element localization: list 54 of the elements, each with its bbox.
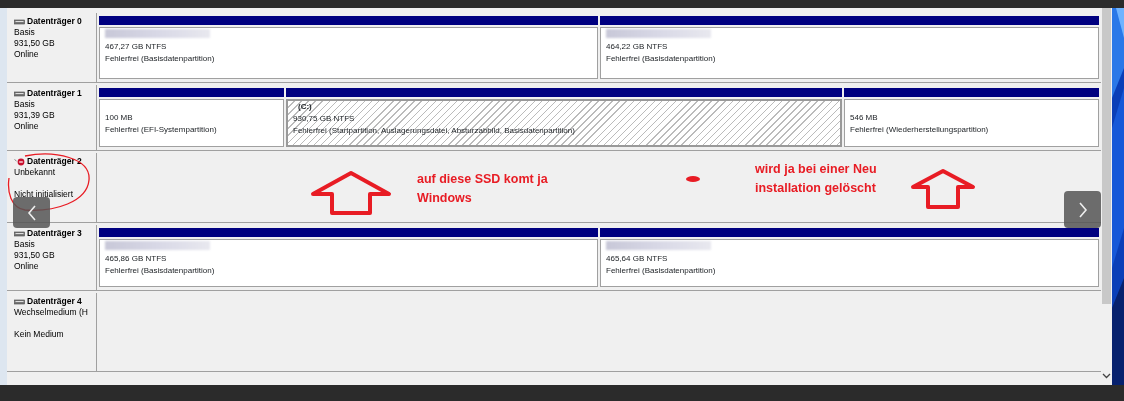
disk-info: 931,50 GB	[14, 38, 56, 49]
error-icon	[14, 157, 25, 166]
partition-size: 465,86 GB NTFS	[105, 253, 168, 265]
partition-status: Fehlerfrei (EFI-Systempartition)	[105, 124, 218, 136]
disk-info: Kein Medium	[14, 329, 65, 340]
arrow-marking	[910, 168, 976, 210]
chevron-right-icon	[1077, 201, 1088, 218]
disk-info: Online	[14, 49, 40, 60]
next-button[interactable]	[1064, 191, 1101, 228]
disk-name: Datenträger 0	[27, 16, 82, 27]
partition-status: Fehlerfrei (Basisdatenpartition)	[105, 265, 216, 277]
disk-info: Online	[14, 261, 40, 272]
partition-status: Fehlerfrei (Basisdatenpartition)	[606, 265, 717, 277]
drive-icon	[14, 89, 25, 98]
partition-status: Fehlerfrei (Wiederherstellungspartition)	[850, 124, 990, 136]
disk-info: 931,50 GB	[14, 250, 56, 261]
disk-info: Basis	[14, 239, 36, 250]
partition-size: 465,64 GB NTFS	[606, 253, 669, 265]
partition[interactable]: (C:) 930,75 GB NTFS Fehlerfrei (Startpartition, Auslagerungsdatei, Absturzabbild, Basisdatenpartition)	[286, 99, 842, 147]
partition-size: 930,75 GB NTFS	[293, 113, 356, 125]
drive-icon	[14, 297, 25, 306]
dot-marking	[686, 176, 700, 182]
scroll-down-icon[interactable]	[1102, 373, 1111, 379]
partition-status: Fehlerfrei (Basisdatenpartition)	[606, 53, 717, 65]
partition[interactable]: 100 MB Fehlerfrei (EFI-Systempartition)	[99, 99, 284, 147]
disk-info: Unbekannt	[14, 167, 57, 178]
disk-info: Wechselmedium (H	[14, 307, 89, 318]
annotation-text: wird ja bei einer Neu installation gelöscht	[755, 161, 878, 197]
partition[interactable]: 546 MB Fehlerfrei (Wiederherstellungspartition)	[844, 99, 1099, 147]
disk-name: Datenträger 4	[27, 296, 82, 307]
volume-label: (C:)	[297, 101, 313, 113]
partition-size: 464,22 GB NTFS	[606, 41, 669, 53]
partition[interactable]: 467,27 GB NTFS Fehlerfrei (Basisdatenpartition)	[99, 27, 598, 79]
partition-size: 467,27 GB NTFS	[105, 41, 168, 53]
chevron-left-icon	[26, 204, 37, 221]
drive-icon	[14, 229, 25, 238]
partition-status: Fehlerfrei (Startpartition, Auslagerungsdatei, Absturzabbild, Basisdatenpartition)	[293, 125, 576, 137]
disk-info: Basis	[14, 27, 36, 38]
partition[interactable]: 464,22 GB NTFS Fehlerfrei (Basisdatenpartition)	[600, 27, 1099, 79]
partition-size: 100 MB	[105, 112, 134, 124]
annotation-text: auf diese SSD komt ja Windows	[417, 171, 549, 207]
disk-name: Datenträger 3	[27, 228, 82, 239]
previous-button[interactable]	[13, 197, 50, 228]
disk-info: 931,39 GB	[14, 110, 56, 121]
drive-icon	[14, 17, 25, 26]
partition[interactable]: 465,64 GB NTFS Fehlerfrei (Basisdatenpartition)	[600, 239, 1099, 287]
disk-info: Nicht initialisiert	[14, 189, 75, 200]
disk-name: Datenträger 2	[27, 156, 82, 167]
partition-status: Fehlerfrei (Basisdatenpartition)	[105, 53, 216, 65]
disk-info: Basis	[14, 99, 36, 110]
partition-size: 546 MB	[850, 112, 879, 124]
disk-info: Online	[14, 121, 40, 132]
disk-name: Datenträger 1	[27, 88, 82, 99]
partition[interactable]: 465,86 GB NTFS Fehlerfrei (Basisdatenpartition)	[99, 239, 598, 287]
